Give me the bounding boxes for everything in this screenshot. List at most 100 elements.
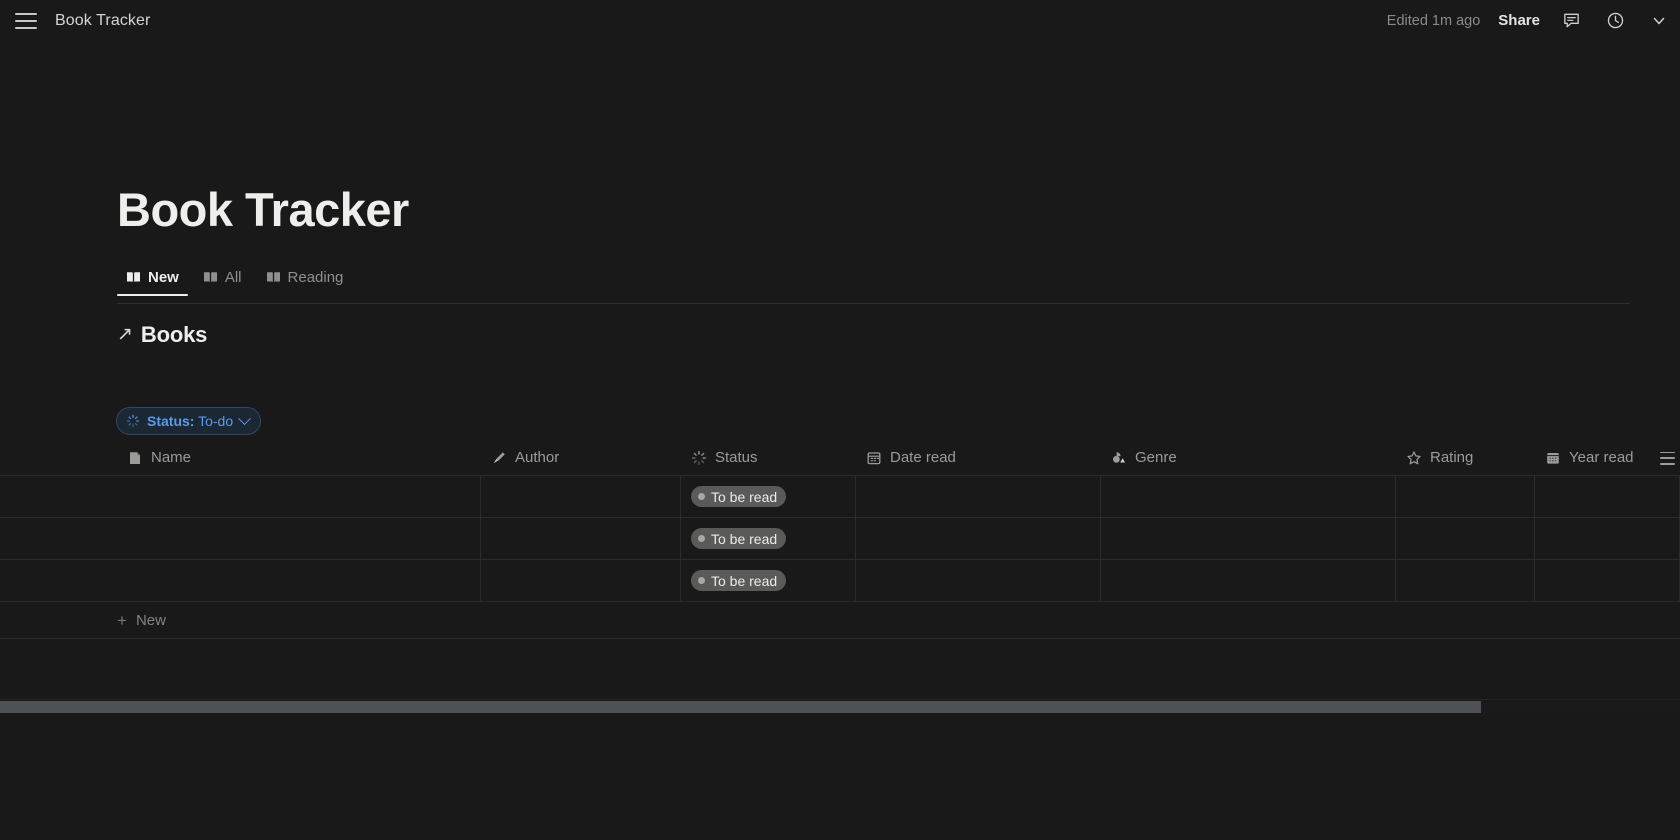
hamburger-icon[interactable] (15, 12, 37, 29)
star-icon (1407, 450, 1421, 464)
breadcrumb-document-title[interactable]: Book Tracker (55, 12, 150, 30)
column-header-date-read[interactable]: Date read (856, 440, 1101, 475)
cell-genre[interactable] (1101, 518, 1396, 560)
status-badge: To be read (691, 570, 787, 591)
cell-rating[interactable] (1396, 518, 1535, 560)
cell-date-read[interactable] (856, 476, 1101, 518)
column-header-label: Author (515, 449, 560, 466)
column-header-label: Year read (1569, 449, 1634, 466)
column-header-label: Rating (1430, 449, 1474, 466)
status-label: To be read (711, 488, 778, 505)
page-body: Book Tracker New All Reading ↗ Books Sta… (0, 41, 1680, 840)
cell-status[interactable]: To be read (681, 518, 856, 560)
tab-label: Reading (287, 269, 344, 286)
database-name: Books (140, 322, 208, 347)
top-bar-actions: Edited 1m ago Share (1387, 0, 1680, 41)
cell-year-read[interactable] (1535, 518, 1680, 560)
top-bar: Book Tracker Edited 1m ago Share (0, 0, 1680, 41)
database-table: Name Author Status Date read Genre Ratin… (0, 440, 1680, 639)
share-button[interactable]: Share (1498, 12, 1540, 29)
calendar-icon (1547, 452, 1559, 464)
scrollbar-thumb[interactable] (0, 701, 1481, 713)
clock-icon[interactable] (1602, 8, 1628, 34)
chevron-down-icon[interactable] (1646, 8, 1672, 34)
pen-icon (493, 451, 505, 463)
column-header-author[interactable]: Author (481, 440, 681, 475)
book-icon (203, 272, 217, 283)
cell-genre[interactable] (1101, 476, 1396, 518)
hamburger-line (15, 19, 37, 22)
filter-value: To-do (198, 413, 234, 429)
cell-date-read[interactable] (856, 560, 1101, 602)
status-label: To be read (711, 530, 778, 547)
chevron-down-icon (238, 411, 251, 425)
database-title-link[interactable]: ↗ Books (117, 322, 207, 348)
column-header-status[interactable]: Status (681, 440, 856, 475)
cell-rating[interactable] (1396, 560, 1535, 602)
menu-line (1659, 457, 1675, 459)
cell-name[interactable] (117, 476, 481, 518)
cell-status[interactable]: To be read (681, 476, 856, 518)
cell-name[interactable] (117, 518, 481, 560)
hamburger-line (15, 12, 37, 15)
status-badge: To be read (691, 486, 787, 507)
tab-label: All (224, 269, 242, 286)
row-gutter (0, 476, 117, 518)
cell-rating[interactable] (1396, 476, 1535, 518)
multi-select-icon (1113, 451, 1125, 463)
menu-line (1659, 462, 1675, 465)
page-icon (130, 451, 140, 464)
column-header-label: Name (151, 449, 192, 466)
list-menu-icon[interactable] (1654, 445, 1680, 471)
tab-all[interactable]: All (194, 269, 251, 295)
arrow-up-right-icon: ↗ (117, 323, 133, 345)
table-row[interactable]: To be read (0, 476, 1680, 518)
view-tabs: New All Reading (117, 269, 1630, 304)
row-gutter (0, 560, 117, 602)
add-new-row-label: New (135, 611, 166, 629)
tab-reading[interactable]: Reading (257, 269, 353, 295)
column-header-label: Status (715, 449, 758, 466)
status-dot-icon (698, 577, 705, 584)
page-title[interactable]: Book Tracker (117, 186, 409, 233)
cell-author[interactable] (481, 476, 681, 518)
status-spinner-icon (126, 414, 140, 428)
cell-year-read[interactable] (1535, 560, 1680, 602)
cell-date-read[interactable] (856, 518, 1101, 560)
status-dot-icon (698, 493, 705, 500)
tab-new[interactable]: New (117, 269, 188, 296)
column-header-genre[interactable]: Genre (1101, 440, 1396, 475)
row-gutter (0, 518, 117, 560)
status-badge: To be read (691, 528, 787, 549)
cell-name[interactable] (117, 560, 481, 602)
cell-genre[interactable] (1101, 560, 1396, 602)
table-header-row: Name Author Status Date read Genre Ratin… (0, 440, 1680, 476)
last-edited-label: Edited 1m ago (1386, 12, 1481, 29)
status-spinner-icon (691, 450, 707, 465)
horizontal-scrollbar[interactable] (0, 699, 1680, 713)
cell-status[interactable]: To be read (681, 560, 856, 602)
table-row[interactable]: To be read (0, 518, 1680, 560)
plus-icon: + (117, 610, 127, 630)
book-icon (127, 272, 140, 283)
column-header-label: Date read (890, 449, 956, 466)
filter-chip-label: Status: To-do (147, 413, 233, 429)
cell-year-read[interactable] (1535, 476, 1680, 518)
column-header-rating[interactable]: Rating (1396, 440, 1535, 475)
book-icon (266, 272, 280, 283)
cell-author[interactable] (481, 518, 681, 560)
tab-label: New (148, 269, 179, 286)
column-header-label: Genre (1135, 449, 1177, 466)
filter-property: Status: (147, 413, 195, 429)
status-label: To be read (711, 572, 778, 589)
filter-chip-status[interactable]: Status: To-do (116, 407, 262, 435)
status-dot-icon (698, 535, 705, 542)
add-new-row-button[interactable]: + New (0, 602, 1680, 639)
column-header-name[interactable]: Name (117, 440, 481, 475)
table-row[interactable]: To be read (0, 560, 1680, 602)
row-gutter (0, 440, 117, 475)
hamburger-line (15, 26, 37, 29)
calendar-icon (867, 451, 881, 464)
cell-author[interactable] (481, 560, 681, 602)
comment-icon[interactable] (1558, 8, 1584, 34)
